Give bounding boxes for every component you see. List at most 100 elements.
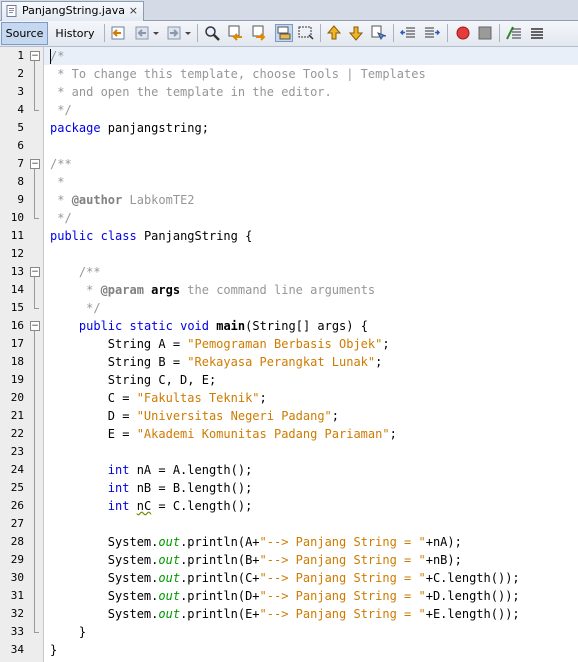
find-icon[interactable] [204,25,220,41]
code-token: int [107,481,130,495]
line-number: 22 [10,427,24,440]
code-line[interactable]: */ [50,299,101,317]
code-line[interactable]: * @param args the command line arguments [50,281,375,299]
shift-left-icon[interactable] [400,25,416,41]
line-number: 2 [17,67,24,80]
line-number: 6 [17,139,24,152]
code-token: out [158,553,181,567]
code-line[interactable]: public class PanjangString { [50,227,252,245]
code-token: /* [50,49,65,63]
fold-toggle[interactable]: − [30,321,40,331]
line-number: 31 [10,589,24,602]
code-token: * To change this template, choose Tools … [50,67,426,81]
toolbar-separator [447,24,448,42]
code-token: "Akademi Komunitas Padang Pariaman" [136,427,390,441]
code-line[interactable]: /** [50,263,101,281]
chevron-down-icon[interactable] [184,25,192,41]
code-line[interactable]: System.out.println(C+"--> Panjang String… [50,569,520,587]
code-line[interactable]: C = "Fakultas Teknik"; [50,389,267,407]
toggle-highlight-icon[interactable] [275,24,293,42]
comment-icon[interactable] [506,25,522,41]
next-bookmark-icon[interactable] [348,25,364,41]
code-line[interactable]: String A = "Pemograman Berbasis Objek"; [50,335,390,353]
tab-panjangstring-java[interactable]: PanjangString.java × [1,1,144,21]
code-token: (String[] args) { [245,319,368,333]
find-next-icon[interactable] [252,25,268,41]
code-line[interactable]: System.out.println(E+"--> Panjang String… [50,605,520,623]
code-line[interactable]: String C, D, E; [50,371,216,389]
code-line[interactable]: } [50,641,57,659]
code-line[interactable]: E = "Akademi Komunitas Padang Pariaman"; [50,425,397,443]
code-line[interactable]: int nA = A.length(); [50,461,253,479]
code-line[interactable]: /** [50,155,72,173]
code-token: System. [50,607,159,621]
code-token: E = [50,427,137,441]
toolbar-separator [104,24,105,42]
code-token: .println(E+ [180,607,260,621]
line-number: 21 [10,409,24,422]
code-token: String C, D, E; [50,373,217,387]
history-view-button[interactable]: History [50,22,100,45]
find-previous-icon[interactable] [228,25,244,41]
line-number: 26 [10,499,24,512]
tab-title: PanjangString.java [22,4,125,17]
code-token: package [50,121,101,135]
chevron-down-icon[interactable] [152,25,160,41]
code-token: +D.length()); [425,589,520,603]
back-icon[interactable] [134,25,150,41]
code-line[interactable]: System.out.println(B+"--> Panjang String… [50,551,462,569]
fold-toggle[interactable]: − [30,267,40,277]
line-number: 18 [10,355,24,368]
code-line[interactable]: String B = "Rekayasa Perangkat Lunak"; [50,353,383,371]
code-line[interactable]: */ [50,101,71,119]
start-macro-recording-icon[interactable] [455,25,471,41]
code-line[interactable]: System.out.println(A+"--> Panjang String… [50,533,462,551]
code-token: */ [50,211,72,225]
code-line[interactable]: */ [50,209,72,227]
code-token: * [50,175,65,189]
code-line[interactable]: /* [50,47,64,65]
last-edit-icon[interactable] [110,25,126,41]
code-token: @param [100,283,144,297]
fold-toggle[interactable]: − [30,51,40,61]
fold-end [34,218,39,219]
line-number: 5 [17,121,24,134]
code-token: */ [50,301,101,315]
line-number: 4 [17,103,24,116]
fold-guide [34,169,35,218]
fold-toggle[interactable]: − [30,159,40,169]
code-line[interactable]: int nB = B.length(); [50,479,253,497]
code-line[interactable]: System.out.println(D+"--> Panjang String… [50,587,520,605]
code-line[interactable]: * [50,173,64,191]
toggle-rect-selection-icon[interactable] [298,25,314,41]
code-line[interactable]: * and open the template in the editor. [50,83,332,101]
shift-right-icon[interactable] [424,25,440,41]
code-line[interactable]: int nC = C.length(); [50,497,253,515]
source-view-button[interactable]: Source [1,22,48,45]
code-line[interactable]: D = "Universitas Negeri Padang"; [50,407,339,425]
code-token: int [107,499,130,513]
code-line[interactable]: package panjangstring; [50,119,209,137]
code-token: .println(B+ [180,553,260,567]
code-token: +E.length()); [425,607,520,621]
code-line[interactable]: * To change this template, choose Tools … [50,65,426,83]
code-token: args [151,283,181,297]
code-token: the command line arguments [180,283,376,297]
code-line[interactable]: } [50,623,86,641]
code-line[interactable]: public static void main(String[] args) { [50,317,368,335]
stop-macro-recording-icon[interactable] [477,25,493,41]
code-token: void [180,319,209,333]
uncomment-icon[interactable] [528,25,544,41]
editor-toolbar: Source History [0,21,578,47]
toggle-bookmark-icon[interactable] [370,25,386,41]
close-icon[interactable]: × [129,2,138,20]
previous-bookmark-icon[interactable] [326,25,342,41]
line-number: 19 [10,373,24,386]
code-token: System. [50,571,159,585]
code-line[interactable]: * @author LabkomTE2 [50,191,194,209]
forward-icon[interactable] [166,25,182,41]
fold-end [34,110,39,111]
code-token: .println(C+ [180,571,260,585]
